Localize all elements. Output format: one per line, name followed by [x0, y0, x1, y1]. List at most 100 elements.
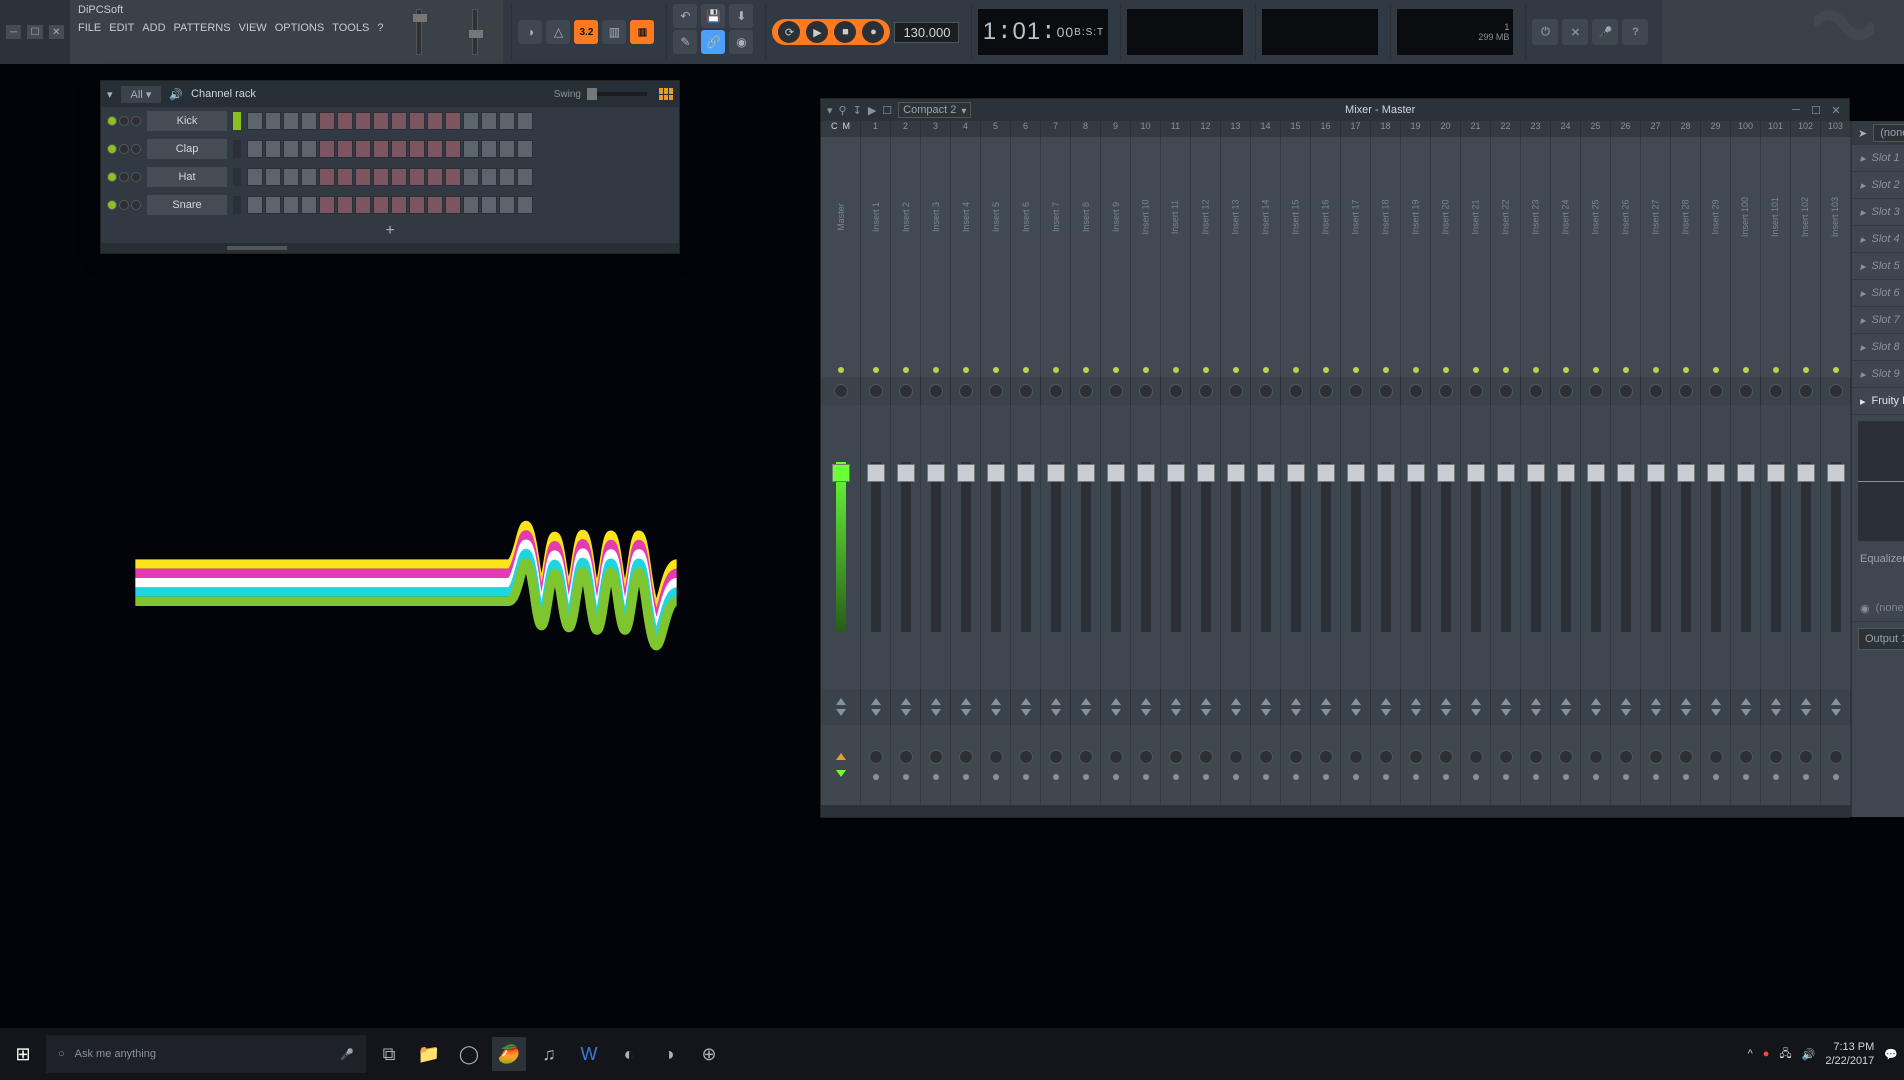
render-icon[interactable]: ⬇ [729, 4, 753, 28]
step-button[interactable] [337, 168, 353, 186]
step-button[interactable] [355, 140, 371, 158]
mixer-track[interactable] [1341, 405, 1371, 689]
volume-fader[interactable] [1741, 462, 1751, 632]
pan-knob[interactable] [959, 384, 973, 398]
pan-knob[interactable] [1799, 384, 1813, 398]
mixer-track[interactable] [1101, 405, 1131, 689]
pan-knob[interactable] [1529, 384, 1543, 398]
volume-fader[interactable] [836, 462, 846, 632]
mixer-track[interactable] [1701, 377, 1731, 405]
mixer-track[interactable] [1551, 689, 1581, 725]
stereo-separation-icon[interactable] [1141, 698, 1151, 705]
mixer-track[interactable] [1641, 297, 1671, 377]
send-knob[interactable] [1589, 750, 1603, 764]
send-knob[interactable] [1349, 750, 1363, 764]
channel-select[interactable] [233, 140, 241, 158]
route-receive-icon[interactable] [836, 770, 846, 777]
main-volume[interactable] [391, 0, 447, 64]
pan-knob[interactable] [834, 384, 848, 398]
mixer-track[interactable]: Insert 12 [1191, 137, 1221, 297]
file-explorer-icon[interactable]: 📁 [412, 1037, 446, 1071]
mixer-track[interactable] [1731, 725, 1761, 805]
mixer-track[interactable] [1041, 377, 1071, 405]
mixer-track[interactable] [891, 689, 921, 725]
step-button[interactable] [391, 168, 407, 186]
mixer-track[interactable] [1041, 689, 1071, 725]
mixer-track-master[interactable] [821, 725, 861, 805]
channel-mute-pan[interactable] [107, 116, 141, 126]
pan-knob[interactable] [899, 384, 913, 398]
mixer-titlebar[interactable]: ▾ ⚲ ↧ ▶ ☐ Compact 2 Mixer - Master ─ ☐ ✕ [821, 99, 1849, 121]
step-button[interactable] [463, 140, 479, 158]
pan-knob[interactable] [1289, 384, 1303, 398]
send-knob[interactable] [899, 750, 913, 764]
mixer-track[interactable] [1521, 725, 1551, 805]
loop-mode-button[interactable]: ⟳ [778, 21, 800, 43]
mixer-track[interactable] [1521, 405, 1551, 689]
mixer-track[interactable] [1581, 297, 1611, 377]
mixer-track[interactable] [1371, 405, 1401, 689]
volume-fader[interactable] [1771, 462, 1781, 632]
volume-fader[interactable] [991, 462, 1001, 632]
pan-knob[interactable] [1739, 384, 1753, 398]
channel-rack-scrollbar[interactable] [101, 243, 679, 253]
mixer-track[interactable] [1791, 689, 1821, 725]
mixer-track[interactable] [1071, 725, 1101, 805]
mixer-track[interactable]: Insert 4 [951, 137, 981, 297]
volume-fader[interactable] [1051, 462, 1061, 632]
mixer-track[interactable]: Insert 3 [921, 137, 951, 297]
mixer-track[interactable] [1761, 405, 1791, 689]
mixer-track[interactable] [921, 297, 951, 377]
mixer-track[interactable] [921, 377, 951, 405]
volume-fader[interactable] [901, 462, 911, 632]
mixer-track[interactable] [1251, 689, 1281, 725]
step-button[interactable] [391, 140, 407, 158]
send-knob[interactable] [1109, 750, 1123, 764]
volume-fader[interactable] [1381, 462, 1391, 632]
step-button[interactable] [373, 140, 389, 158]
step-button[interactable] [517, 112, 533, 130]
mixer-track[interactable]: Insert 102 [1791, 137, 1821, 297]
pan-knob[interactable] [1559, 384, 1573, 398]
stereo-separation-icon[interactable] [1591, 698, 1601, 705]
mixer-track[interactable] [1131, 725, 1161, 805]
stereo-separation-icon[interactable] [991, 698, 1001, 705]
stereo-separation-icon[interactable] [1081, 698, 1091, 705]
mixer-track[interactable]: Insert 103 [1821, 137, 1851, 297]
stereo-separation-icon[interactable] [1231, 698, 1241, 705]
play-button[interactable]: ▶ [806, 21, 828, 43]
tray-volume-icon[interactable]: 🔊 [1802, 1048, 1816, 1061]
volume-fader[interactable] [871, 462, 881, 632]
mixer-track[interactable] [1011, 725, 1041, 805]
mixer-track[interactable] [1641, 725, 1671, 805]
mixer-track[interactable] [1341, 377, 1371, 405]
step-button[interactable] [337, 140, 353, 158]
mixer-track[interactable] [1371, 689, 1401, 725]
send-knob[interactable] [1409, 750, 1423, 764]
mixer-track[interactable]: Insert 7 [1041, 137, 1071, 297]
menu-add[interactable]: ADD [142, 22, 165, 34]
mixer-track[interactable] [1221, 725, 1251, 805]
pattern-song-switch[interactable]: ◑ [518, 20, 542, 44]
step-button[interactable] [301, 168, 317, 186]
mixer-track[interactable]: Insert 29 [1701, 137, 1731, 297]
mixer-window[interactable]: ▾ ⚲ ↧ ▶ ☐ Compact 2 Mixer - Master ─ ☐ ✕… [820, 98, 1850, 818]
step-button[interactable] [265, 168, 281, 186]
mixer-track[interactable] [1641, 405, 1671, 689]
steam-icon[interactable]: ◐ [612, 1037, 646, 1071]
fx-slot[interactable]: ▸Slot 5 [1852, 253, 1904, 280]
step-button[interactable] [247, 196, 263, 214]
send-knob[interactable] [959, 750, 973, 764]
menu-view[interactable]: VIEW [239, 22, 267, 34]
mixer-track[interactable] [1311, 725, 1341, 805]
volume-fader[interactable] [1531, 462, 1541, 632]
maximize-button[interactable]: ☐ [27, 25, 42, 39]
mixer-track[interactable]: Insert 6 [1011, 137, 1041, 297]
step-button[interactable] [265, 112, 281, 130]
mixer-track[interactable] [1071, 689, 1101, 725]
mixer-track[interactable] [1551, 297, 1581, 377]
step-sequencer[interactable] [247, 112, 535, 130]
send-knob[interactable] [1769, 750, 1783, 764]
pan-knob[interactable] [1079, 384, 1093, 398]
mixer-track[interactable] [981, 689, 1011, 725]
